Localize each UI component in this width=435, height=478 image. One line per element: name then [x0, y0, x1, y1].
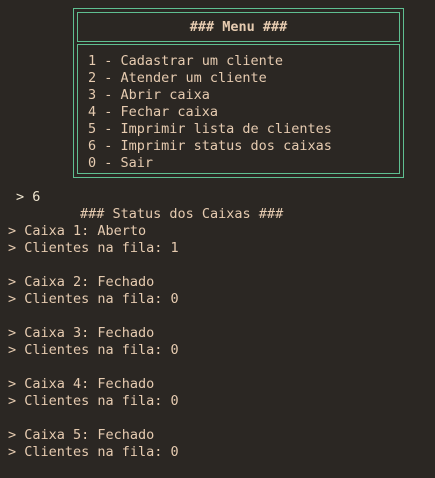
- caixa-3-status: > Caixa 3: Fechado > Clientes na fila: 0: [8, 325, 179, 359]
- caixa-4-status: > Caixa 4: Fechado > Clientes na fila: 0: [8, 376, 179, 410]
- menu-item-abrir-caixa: 3 - Abrir caixa: [88, 87, 210, 103]
- menu-item-cadastrar: 1 - Cadastrar um cliente: [88, 53, 284, 69]
- caixa-queue-line: > Clientes na fila: 0: [8, 393, 179, 409]
- caixa-status-line: > Caixa 5: Fechado: [8, 427, 155, 443]
- caixa-queue-line: > Clientes na fila: 0: [8, 444, 179, 460]
- caixa-2-status: > Caixa 2: Fechado > Clientes na fila: 0: [8, 274, 179, 308]
- menu-items: 1 - Cadastrar um cliente 2 - Atender um …: [77, 44, 400, 174]
- caixa-queue-line: > Clientes na fila: 0: [8, 291, 179, 307]
- menu-box: ### Menu ### 1 - Cadastrar um cliente 2 …: [73, 8, 404, 178]
- input-prompt[interactable]: > 6: [16, 189, 40, 206]
- menu-title: ### Menu ###: [77, 12, 400, 42]
- caixa-status-line: > Caixa 3: Fechado: [8, 325, 155, 341]
- caixa-5-status: > Caixa 5: Fechado > Clientes na fila: 0: [8, 427, 179, 461]
- caixa-queue-line: > Clientes na fila: 0: [8, 342, 179, 358]
- menu-item-fechar-caixa: 4 - Fechar caixa: [88, 104, 219, 120]
- caixa-status-line: > Caixa 1: Aberto: [8, 223, 147, 239]
- caixa-1-status: > Caixa 1: Aberto > Clientes na fila: 1: [8, 223, 179, 257]
- status-list: > Caixa 1: Aberto > Clientes na fila: 1 …: [8, 223, 179, 478]
- caixa-status-line: > Caixa 2: Fechado: [8, 274, 155, 290]
- menu-item-sair: 0 - Sair: [88, 155, 154, 171]
- caixa-queue-line: > Clientes na fila: 1: [8, 240, 179, 256]
- menu-item-imprimir-lista: 5 - Imprimir lista de clientes: [88, 121, 332, 137]
- caixa-status-line: > Caixa 4: Fechado: [8, 376, 155, 392]
- status-title: ### Status dos Caixas ###: [80, 206, 284, 222]
- menu-item-imprimir-status: 6 - Imprimir status dos caixas: [88, 138, 332, 154]
- menu-item-atender: 2 - Atender um cliente: [88, 70, 267, 86]
